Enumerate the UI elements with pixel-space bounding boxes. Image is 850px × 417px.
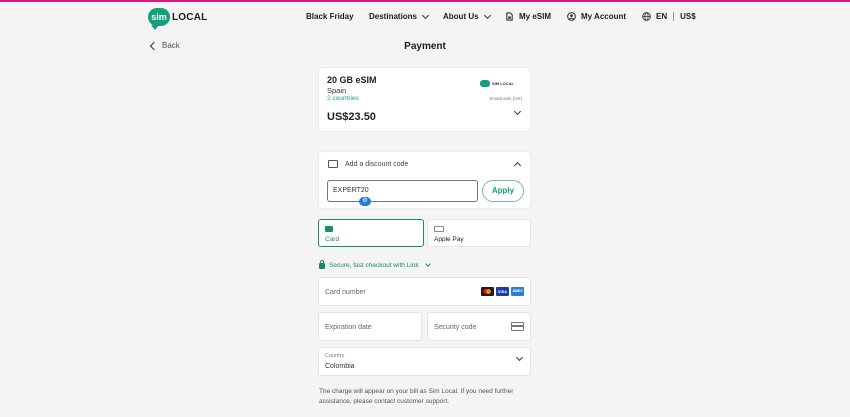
- language-label: EN: [656, 12, 668, 21]
- plan-price: US$23.50: [327, 111, 376, 123]
- plan-name: 20 GB eSIM: [327, 75, 377, 85]
- ticket-icon: [328, 160, 338, 168]
- nav-locale-selector[interactable]: EN US$: [642, 12, 696, 21]
- card-number-field[interactable]: Card number VISA AMEX: [318, 277, 531, 306]
- link-checkout[interactable]: Secure, fast checkout with Link: [319, 260, 431, 269]
- amex-icon: AMEX: [511, 287, 524, 296]
- user-icon: [567, 12, 576, 21]
- lock-icon: [319, 260, 325, 269]
- nav-destinations[interactable]: Destinations: [369, 11, 430, 21]
- discount-code-input[interactable]: EXPERT20: [327, 180, 478, 202]
- page-title: Payment: [404, 41, 446, 52]
- currency-label: US$: [680, 12, 696, 21]
- nav-my-account-label: My Account: [581, 12, 627, 21]
- order-summary-card[interactable]: 20 GB eSIM Spain 2 countries US$23.50 SI…: [318, 67, 531, 132]
- country-select[interactable]: Country Colombia: [318, 347, 531, 376]
- chevron-down-icon: [421, 11, 430, 19]
- expiration-date-field[interactable]: Expiration date: [318, 312, 422, 341]
- chevron-down-icon: [424, 260, 431, 267]
- discount-code-section: Add a discount code EXPERT20 Apply: [318, 151, 531, 209]
- plan-country: Spain: [327, 86, 347, 95]
- nav-about-us-label: About Us: [443, 12, 479, 21]
- country-label: Country: [325, 353, 345, 359]
- card-number-placeholder: Card number: [325, 289, 366, 296]
- provider-logo-mark: [480, 80, 490, 87]
- discount-label[interactable]: Add a discount code: [345, 161, 408, 168]
- chevron-down-icon: [483, 11, 491, 19]
- security-code-field[interactable]: Security code: [427, 312, 531, 341]
- sim-card-icon: [505, 12, 514, 21]
- chevron-down-icon[interactable]: [513, 107, 522, 116]
- apple-pay-icon: [434, 226, 444, 232]
- chevron-up-icon[interactable]: [513, 161, 522, 170]
- payment-method-label: Apple Pay: [434, 236, 464, 243]
- expiration-placeholder: Expiration date: [325, 324, 372, 331]
- globe-icon: [642, 12, 651, 21]
- nav-black-friday[interactable]: Black Friday: [306, 12, 354, 21]
- apply-button[interactable]: Apply: [482, 180, 524, 202]
- nav-black-friday-label: Black Friday: [306, 12, 354, 21]
- card-icon: [325, 226, 333, 232]
- security-placeholder: Security code: [434, 324, 477, 331]
- provider-logo-text: SIM LOCAL: [492, 81, 514, 86]
- cvc-card-icon: [511, 322, 524, 331]
- billing-footnote: The charge will appear on your bill as S…: [319, 388, 514, 405]
- countries-link[interactable]: 2 countries: [327, 95, 359, 102]
- logo-text: LOCAL: [172, 11, 208, 23]
- link-checkout-label: Secure, fast checkout with Link: [329, 261, 419, 269]
- nav-my-account[interactable]: My Account: [567, 12, 626, 21]
- password-manager-icon[interactable]: ⚙: [359, 197, 371, 206]
- nav-my-esim-label: My eSIM: [519, 12, 552, 21]
- sim-local-logo[interactable]: sim LOCAL: [148, 8, 208, 30]
- payment-method-apple-pay[interactable]: Apple Pay: [427, 219, 531, 247]
- payment-method-card[interactable]: Card: [318, 219, 424, 247]
- provider-logo: SIM LOCAL: [480, 80, 514, 87]
- visa-icon: VISA: [496, 287, 509, 296]
- nav-destinations-label: Destinations: [369, 12, 418, 21]
- nav-about-us[interactable]: About Us: [443, 11, 491, 21]
- provider-note: Smartroam (UK): [489, 96, 522, 101]
- mastercard-icon: [481, 287, 494, 296]
- card-brands: VISA AMEX: [481, 287, 524, 296]
- divider: [673, 12, 675, 21]
- payment-method-label: Card: [325, 236, 340, 243]
- chevron-down-icon: [515, 353, 524, 362]
- country-value: Colombia: [325, 363, 355, 370]
- top-nav: sim LOCAL Black Friday Destinations Abou…: [0, 2, 850, 32]
- logo-mark: sim: [148, 8, 170, 30]
- nav-my-esim[interactable]: My eSIM: [505, 12, 551, 21]
